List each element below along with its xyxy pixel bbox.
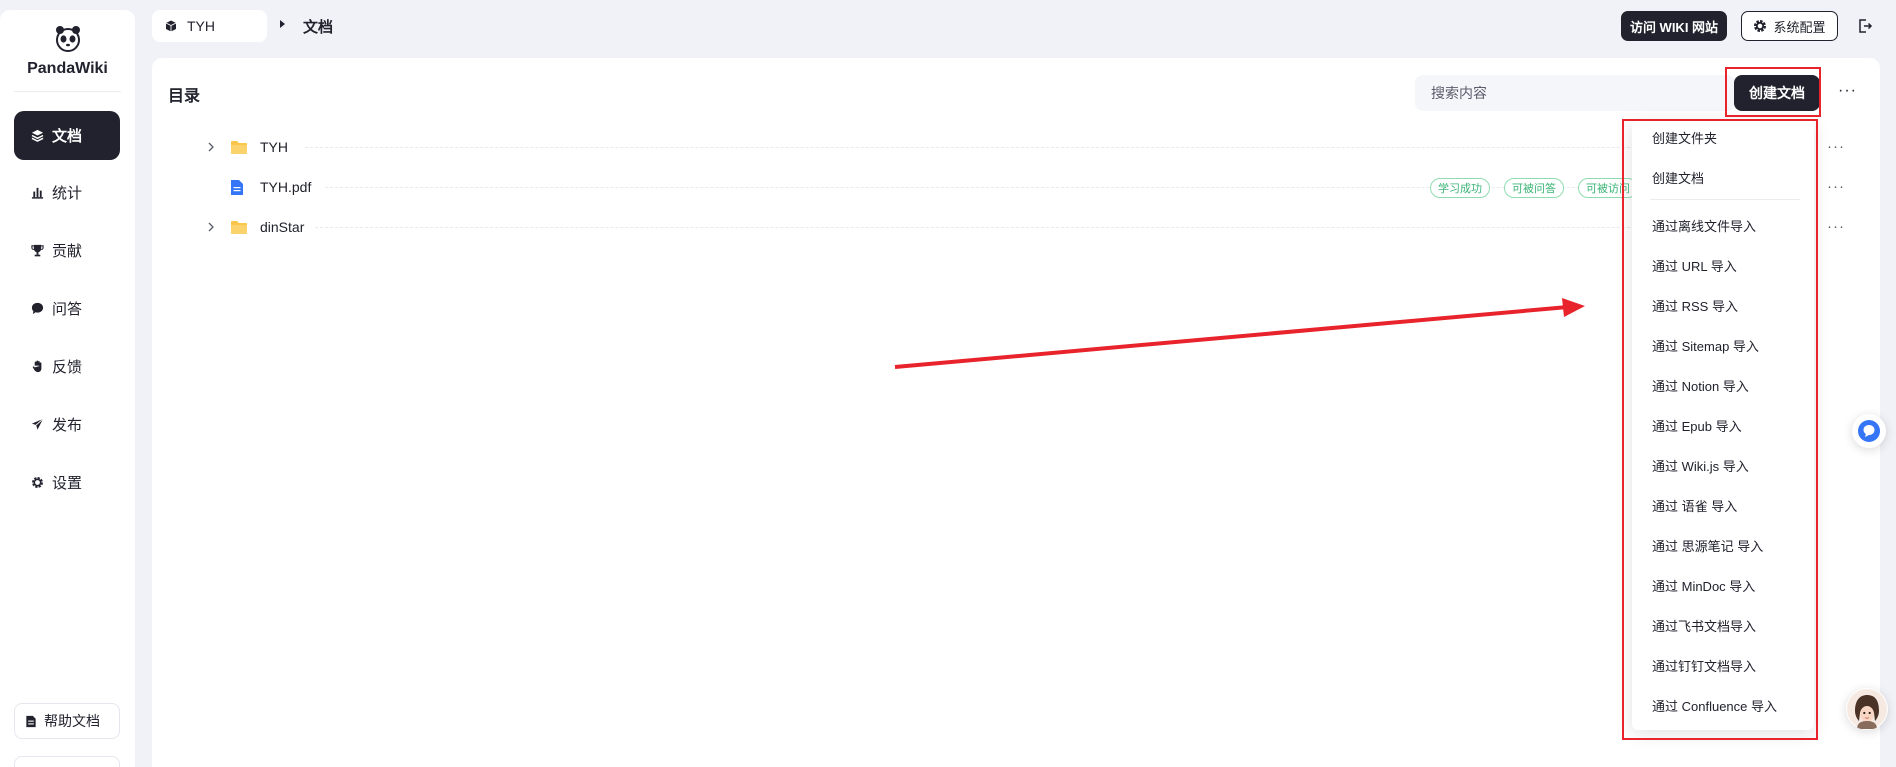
menu-item-import-epub[interactable]: 通过 Epub 导入 (1632, 408, 1814, 442)
sidebar-item-label: 问答 (52, 301, 83, 318)
trophy-icon (30, 244, 44, 258)
chat-assistant-icon[interactable] (1852, 414, 1886, 448)
menu-item-import-wikijs[interactable]: 通过 Wiki.js 导入 (1632, 448, 1814, 482)
sidebar-item-docs[interactable]: 文档 (14, 111, 120, 160)
row-more-icon[interactable]: ··· (1827, 218, 1845, 235)
menu-item-import-yuque[interactable]: 通过 语雀 导入 (1632, 488, 1814, 522)
system-config-label: 系统配置 (1773, 19, 1826, 35)
send-icon (30, 418, 44, 432)
visit-wiki-button[interactable]: 访问 WIKI 网站 (1621, 11, 1727, 41)
folder-icon (230, 220, 248, 235)
tree-row[interactable]: dinStar (200, 212, 1840, 242)
status-badge: 可被访问 (1578, 178, 1638, 198)
menu-item-import-feishu[interactable]: 通过飞书文档导入 (1632, 608, 1814, 642)
menu-item-import-mindoc[interactable]: 通过 MinDoc 导入 (1632, 568, 1814, 602)
sidebar-item-contribution[interactable]: 贡献 (14, 226, 120, 275)
sidebar-item-stats[interactable]: 统计 (14, 168, 120, 217)
logo-divider (14, 91, 121, 92)
row-more-icon[interactable]: ··· (1827, 178, 1845, 195)
hand-icon (30, 360, 44, 374)
menu-item-create-doc[interactable]: 创建文档 (1632, 160, 1814, 194)
menu-item-import-notion[interactable]: 通过 Notion 导入 (1632, 368, 1814, 402)
sidebar-item-label: 发布 (52, 417, 83, 434)
cube-icon (165, 20, 177, 32)
kb-selector[interactable]: TYH (152, 10, 267, 42)
menu-item-import-url[interactable]: 通过 URL 导入 (1632, 248, 1814, 282)
create-doc-button[interactable]: 创建文档 (1734, 75, 1820, 111)
sidebar-bottom-button[interactable] (14, 756, 120, 767)
row-divider (305, 147, 1800, 148)
gear-icon (30, 476, 44, 490)
sidebar-item-label: 反馈 (52, 359, 83, 376)
menu-item-import-sitemap[interactable]: 通过 Sitemap 导入 (1632, 328, 1814, 362)
help-docs-label: 帮助文档 (44, 713, 100, 729)
logout-icon[interactable] (1856, 17, 1874, 35)
tree-item-name[interactable]: TYH (260, 139, 288, 155)
search-input[interactable] (1415, 75, 1735, 111)
sidebar-item-label: 统计 (52, 185, 83, 202)
menu-item-create-folder[interactable]: 创建文件夹 (1632, 120, 1814, 154)
chat-bubble-icon (30, 302, 44, 316)
create-dropdown-menu: 创建文件夹 创建文档 通过离线文件导入 通过 URL 导入 通过 RSS 导入 … (1632, 120, 1814, 730)
menu-item-import-confluence[interactable]: 通过 Confluence 导入 (1632, 688, 1814, 722)
status-badge: 学习成功 (1430, 178, 1490, 198)
row-divider (315, 227, 1800, 228)
panda-logo-icon (55, 26, 80, 52)
menu-item-import-siyuan[interactable]: 通过 思源笔记 导入 (1632, 528, 1814, 562)
gear-icon (1753, 19, 1767, 33)
menu-item-import-rss[interactable]: 通过 RSS 导入 (1632, 288, 1814, 322)
bar-chart-icon (30, 186, 44, 200)
main-panel (152, 58, 1880, 767)
sidebar-item-qa[interactable]: 问答 (14, 284, 120, 333)
app-logo[interactable]: PandaWiki (0, 24, 135, 78)
chevron-right-icon[interactable] (206, 142, 216, 152)
sidebar-item-settings[interactable]: 设置 (14, 458, 120, 507)
document-icon (25, 715, 37, 728)
system-config-button[interactable]: 系统配置 (1741, 11, 1838, 41)
assistant-avatar[interactable] (1846, 688, 1888, 730)
layers-icon (30, 129, 44, 143)
tree-item-name[interactable]: TYH.pdf (260, 179, 311, 195)
status-badge: 可被问答 (1504, 178, 1564, 198)
page-title: 目录 (168, 88, 201, 105)
breadcrumb-arrow-icon (280, 20, 285, 28)
menu-item-import-offline[interactable]: 通过离线文件导入 (1632, 208, 1814, 242)
row-more-icon[interactable]: ··· (1827, 138, 1845, 155)
chevron-right-icon[interactable] (206, 222, 216, 232)
sidebar-item-label: 文档 (52, 128, 83, 145)
menu-divider (1650, 199, 1800, 200)
breadcrumb-current: 文档 (303, 19, 334, 36)
sidebar-item-label: 贡献 (52, 243, 83, 260)
help-docs-button[interactable]: 帮助文档 (14, 703, 120, 739)
more-options-icon[interactable]: ··· (1838, 82, 1857, 100)
sidebar-item-label: 设置 (52, 475, 83, 492)
sidebar-item-publish[interactable]: 发布 (14, 400, 120, 449)
tree-row[interactable]: TYH (200, 132, 1840, 162)
file-icon (230, 179, 244, 196)
menu-item-import-dingtalk[interactable]: 通过钉钉文档导入 (1632, 648, 1814, 682)
folder-icon (230, 140, 248, 155)
tree-item-name[interactable]: dinStar (260, 219, 304, 235)
kb-name: TYH (187, 18, 215, 34)
app-name: PandaWiki (27, 60, 108, 77)
sidebar-item-feedback[interactable]: 反馈 (14, 342, 120, 391)
